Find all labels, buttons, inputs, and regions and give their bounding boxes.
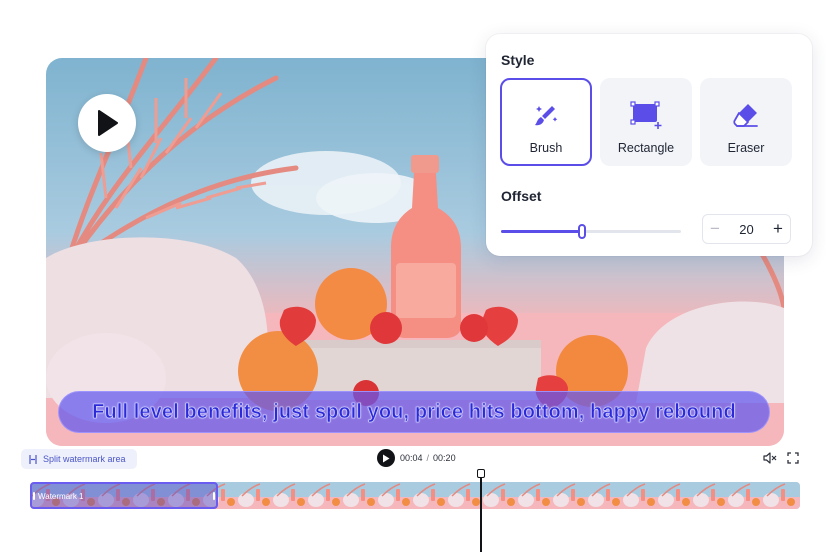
rectangle-tool-button[interactable]: Rectangle [600,78,692,166]
watermark-clip[interactable]: Watermark 1 [30,482,218,509]
thumbnail-frame [413,482,450,509]
thumbnail-frame [763,482,800,509]
offset-heading: Offset [501,188,542,204]
offset-value[interactable]: 20 [727,222,766,237]
clip-left-handle[interactable] [33,492,35,500]
split-watermark-button[interactable]: Split watermark area [21,449,137,469]
thumbnail-frame [518,482,555,509]
thumbnail-frame [238,482,275,509]
offset-slider[interactable] [501,224,681,240]
split-icon [29,454,37,464]
play-icon [98,110,118,136]
thumbnail-frame [378,482,415,509]
play-icon [383,454,390,462]
offset-slider-thumb[interactable] [578,224,586,239]
total-time: 00:20 [433,453,456,463]
thumbnail-frame [588,482,625,509]
split-watermark-label: Split watermark area [43,454,126,464]
thumbnail-frame [553,482,590,509]
play-button[interactable] [78,94,136,152]
fullscreen-button[interactable] [787,451,799,469]
eraser-tool-label: Eraser [727,141,765,155]
thumbnail-frame [308,482,345,509]
speaker-mute-icon [763,452,777,464]
brush-tool-button[interactable]: Brush [500,78,592,166]
brush-tool-label: Brush [529,141,563,155]
brush-icon [535,106,558,126]
playhead-line [480,474,482,552]
thumbnail-frame [623,482,660,509]
thumbnail-frame [483,482,520,509]
current-time: 00:04 [400,453,423,463]
rectangle-tool-label: Rectangle [617,141,675,155]
rectangle-select-icon [630,101,662,129]
thumbnail-frame [273,482,310,509]
offset-increment-button[interactable]: + [766,215,790,243]
timeline-play-button[interactable] [377,449,395,467]
fullscreen-icon [787,452,799,464]
playhead-handle[interactable] [477,469,485,478]
offset-stepper: − 20 + [702,214,791,244]
thumbnail-frame [728,482,765,509]
offset-decrement-button[interactable]: − [703,215,727,243]
subtitle-caption[interactable]: Full level benefits, just spoil you, pri… [58,391,770,433]
offset-slider-fill [501,230,582,233]
thumbnail-frame [343,482,380,509]
time-separator: / [426,453,430,463]
style-heading: Style [501,52,535,68]
thumbnail-frame [658,482,695,509]
eraser-icon [733,104,758,127]
thumbnail-frame [693,482,730,509]
timecode: 00:04/00:20 [400,453,456,463]
eraser-tool-button[interactable]: Eraser [700,78,792,166]
mute-button[interactable] [763,451,777,469]
watermark-clip-label: Watermark 1 [38,492,84,501]
clip-right-handle[interactable] [213,492,215,500]
style-panel: Style Brush Rectangle Eraser Offset − 20… [486,34,812,256]
